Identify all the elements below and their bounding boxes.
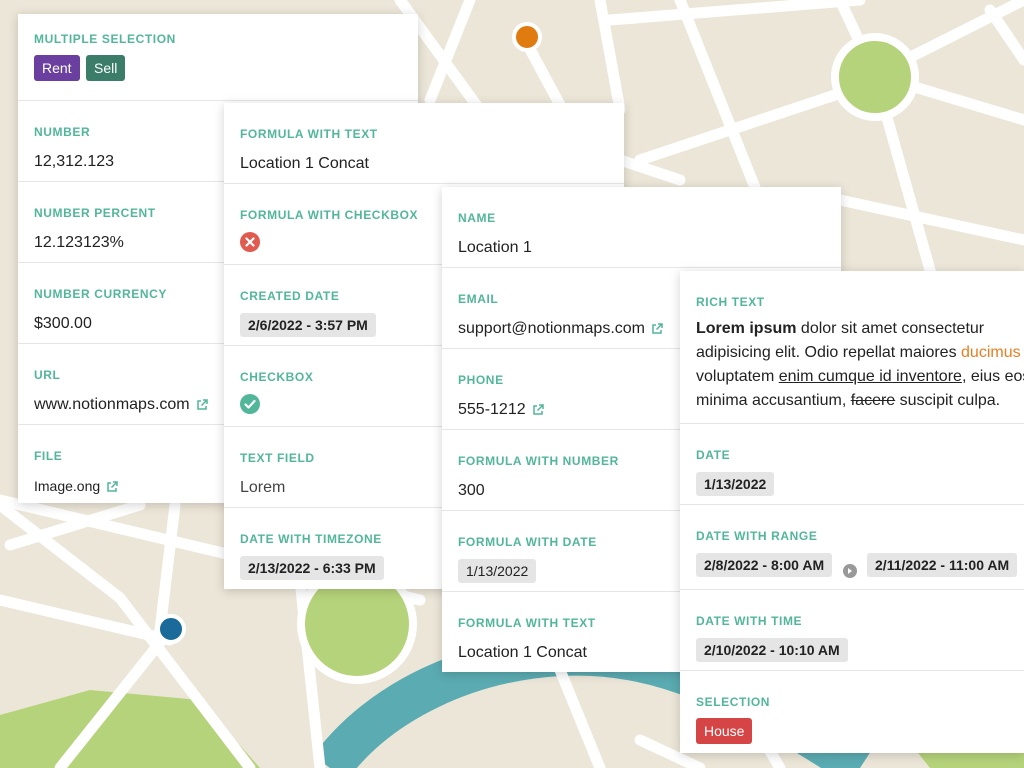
rich-text-part2: voluptatem	[696, 368, 779, 385]
blue-pin[interactable]	[156, 614, 186, 644]
name-value: Location 1	[458, 239, 532, 256]
date-time-chip: 2/10/2022 - 10:10 AM	[696, 638, 848, 662]
date-range-start-chip: 2/8/2022 - 8:00 AM	[696, 553, 833, 577]
tag-rent: Rent	[34, 55, 80, 81]
date-chip: 1/13/2022	[696, 472, 775, 496]
arrow-right-circle-icon	[842, 563, 857, 578]
date-time-label: DATE WITH TIME	[696, 614, 803, 628]
external-link-icon[interactable]	[106, 481, 118, 493]
date-row: DATE 1/13/2022	[680, 424, 1024, 505]
external-link-icon[interactable]	[196, 399, 208, 411]
tag-house: House	[696, 718, 753, 744]
external-link-icon[interactable]	[532, 404, 544, 416]
formula-text-label: FORMULA WITH TEXT	[240, 127, 378, 141]
date-timezone-chip: 2/13/2022 - 6:33 PM	[240, 556, 384, 580]
tag-sell: Sell	[86, 55, 126, 81]
created-date-chip: 2/6/2022 - 3:57 PM	[240, 313, 376, 337]
formula-text-value: Location 1 Concat	[240, 155, 369, 172]
rich-text-label: RICH TEXT	[696, 295, 765, 309]
x-circle-icon	[240, 232, 260, 252]
phone-link[interactable]: 555-1212	[458, 401, 526, 418]
orange-pin[interactable]	[512, 22, 542, 52]
rich-text-row: RICH TEXT Lorem ipsum dolor sit amet con…	[680, 271, 1024, 424]
multiple-selection-row: MULTIPLE SELECTION Rent Sell	[18, 14, 418, 101]
date-range-end-chip: 2/11/2022 - 11:00 AM	[867, 553, 1018, 577]
date-range-label: DATE WITH RANGE	[696, 529, 818, 543]
name-row: NAME Location 1	[442, 187, 841, 268]
rich-text-orange: ducimus	[961, 344, 1021, 361]
email-link[interactable]: support@notionmaps.com	[458, 320, 645, 337]
park-circle-top	[831, 33, 919, 121]
selection-row: SELECTION House	[680, 671, 1024, 753]
date-time-row: DATE WITH TIME 2/10/2022 - 10:10 AM	[680, 590, 1024, 671]
file-link[interactable]: Image.ong	[34, 478, 100, 494]
formula-text-row: FORMULA WITH TEXT Location 1 Concat	[224, 103, 624, 184]
check-circle-icon	[240, 394, 260, 414]
formula-date-chip: 1/13/2022	[458, 559, 537, 583]
selection-label: SELECTION	[696, 695, 771, 709]
rich-text-part4: suscipit culpa.	[895, 392, 1001, 409]
url-link[interactable]: www.notionmaps.com	[34, 396, 190, 413]
date-range-row: DATE WITH RANGE 2/8/2022 - 8:00 AM 2/11/…	[680, 505, 1024, 590]
multiple-selection-label: MULTIPLE SELECTION	[34, 32, 176, 46]
rich-text-strike: facere	[850, 392, 896, 409]
date-label: DATE	[696, 448, 731, 462]
date-range-chips: 2/8/2022 - 8:00 AM 2/11/2022 - 11:00 AM	[696, 543, 1018, 578]
rich-text-bold: Lorem ipsum	[696, 320, 797, 337]
external-link-icon[interactable]	[651, 323, 663, 335]
name-label: NAME	[458, 211, 496, 225]
rich-text-underline: enim cumque id inventore	[778, 368, 962, 385]
multiple-selection-tags: Rent Sell	[34, 55, 402, 81]
property-card-4: RICH TEXT Lorem ipsum dolor sit amet con…	[680, 271, 1024, 753]
rich-text-content: Lorem ipsum dolor sit amet consectetur a…	[696, 317, 1024, 413]
